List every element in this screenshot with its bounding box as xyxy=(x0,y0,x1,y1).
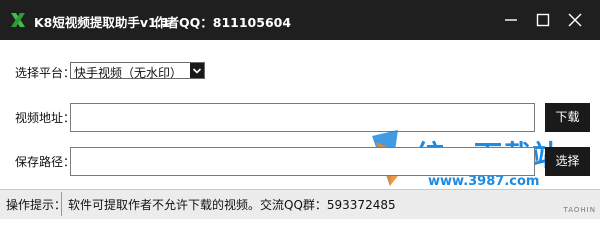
video-url-label: 视频地址： xyxy=(15,111,76,125)
status-message: 软件可提取作者不允许下载的视频。交流QQ群：593372485 xyxy=(68,198,396,212)
save-path-label: 保存路径： xyxy=(15,155,76,169)
save-path-input[interactable] xyxy=(70,147,535,176)
watermark-url: www.3987.com xyxy=(428,174,540,189)
platform-selected-value: 快手视频（无水印） xyxy=(74,66,183,80)
platform-label: 选择平台： xyxy=(15,66,76,80)
close-icon[interactable] xyxy=(564,10,586,30)
window-title: K8短视频提取助手v1.1 xyxy=(34,15,171,30)
title-bar: K8短视频提取助手v1.1 作者QQ：811105604 xyxy=(0,0,600,40)
app-logo-icon xyxy=(11,13,25,27)
status-bar: 操作提示： 软件可提取作者不允许下载的视频。交流QQ群：593372485 TA… xyxy=(0,189,600,219)
author-info: 作者QQ：811105604 xyxy=(154,15,292,30)
maximize-icon[interactable] xyxy=(532,10,554,30)
minimize-icon[interactable] xyxy=(500,10,522,30)
chevron-down-icon[interactable] xyxy=(190,63,204,78)
corner-tag: TAOHIN xyxy=(563,206,596,214)
status-label: 操作提示： xyxy=(6,198,67,212)
status-divider xyxy=(61,192,62,216)
platform-select[interactable]: 快手视频（无水印） xyxy=(70,62,205,80)
browse-button[interactable]: 选择 xyxy=(545,147,590,176)
